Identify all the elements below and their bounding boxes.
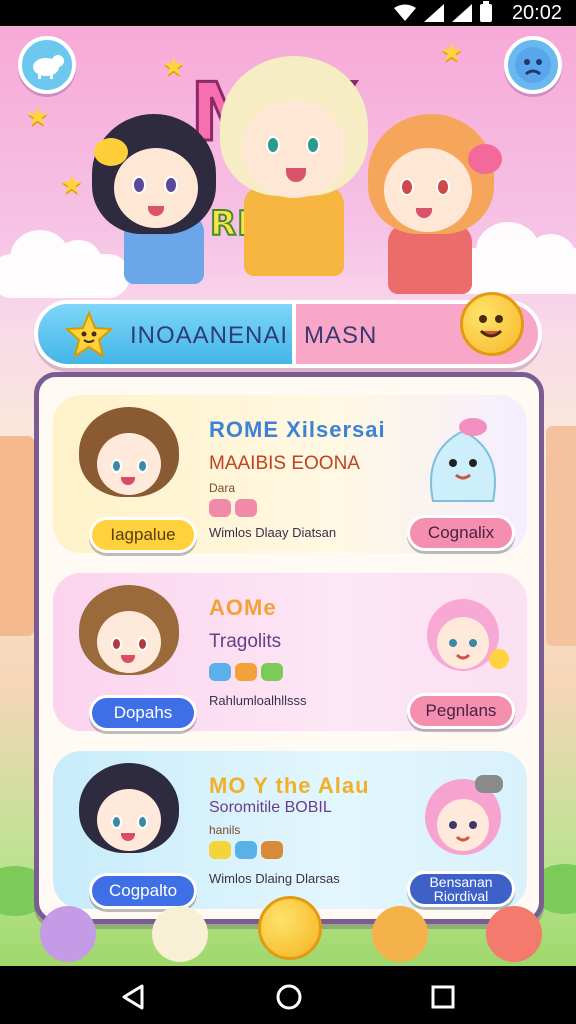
- critter-icon: [152, 906, 208, 962]
- star-icon: ★: [26, 102, 50, 132]
- mini-icons: [209, 841, 283, 859]
- card-title: MO Y the Alau: [209, 773, 370, 798]
- card-description: Rahlumloalhllsss: [209, 693, 307, 708]
- status-bar: 20:02: [0, 0, 576, 26]
- status-time: 20:02: [511, 2, 562, 24]
- avatar: [75, 407, 183, 515]
- hero-character-blonde: [214, 56, 374, 286]
- card-subtitle: Tragolits: [209, 631, 282, 652]
- avatar: [75, 585, 183, 693]
- card-tiny-text: hanils: [209, 823, 241, 837]
- building: [546, 426, 576, 646]
- mini-icons: [209, 663, 283, 681]
- game-screen: ★ ★ ★ ★ M Y RKA: [0, 26, 576, 966]
- card-title: ROME Xilsersai: [209, 417, 386, 442]
- pink-hair-mascot-icon: [425, 775, 503, 855]
- heart-icon: [235, 499, 257, 517]
- tab-label-masn[interactable]: MASN: [304, 322, 377, 350]
- critter-icon: [372, 906, 428, 962]
- pet-button[interactable]: [18, 36, 76, 94]
- badge-icon: [261, 663, 283, 681]
- star-icon: ★: [60, 170, 84, 200]
- card-right-button[interactable]: Bensanan Riordival: [407, 871, 515, 907]
- sad-face-button[interactable]: [504, 36, 562, 94]
- hero-character-orange-hair: [358, 114, 508, 304]
- smiley-icon: [235, 663, 257, 681]
- avatar: [75, 763, 183, 871]
- home-icon[interactable]: [274, 982, 304, 1012]
- bear-icon: [261, 841, 283, 859]
- card-left-button[interactable]: Iagpalue: [89, 517, 197, 553]
- signal-icon: [424, 4, 444, 22]
- smiley-icon: [460, 292, 524, 356]
- sad-face-icon: [515, 47, 551, 83]
- mode-list-panel: ROME Xilsersai MAAIBIS EOONA Dara Wimlos…: [34, 372, 544, 924]
- back-icon[interactable]: [118, 982, 148, 1012]
- card-title: AOMe: [209, 595, 277, 620]
- bottom-decorations: [0, 896, 576, 966]
- heart-icon: [209, 499, 231, 517]
- card-left-button[interactable]: Cogpalto: [89, 873, 197, 909]
- heart-icon: [235, 841, 257, 859]
- mode-card-2[interactable]: AOMe Tragolits Rahlumloalhllsss Dopahs P…: [53, 573, 527, 731]
- hero-character-dark-hair: [84, 114, 234, 294]
- star-icon: ★: [162, 52, 186, 82]
- heart-icon: [209, 663, 231, 681]
- card-right-button[interactable]: Pegnlans: [407, 693, 515, 729]
- building: [0, 436, 34, 636]
- mini-icons: [209, 499, 257, 517]
- card-subtitle: Soromitile BOBIL: [209, 799, 332, 816]
- critter-icon: [486, 906, 542, 962]
- recent-apps-icon[interactable]: [428, 982, 458, 1012]
- mode-card-1[interactable]: ROME Xilsersai MAAIBIS EOONA Dara Wimlos…: [53, 395, 527, 553]
- card-right-button[interactable]: Cognalix: [407, 515, 515, 551]
- wifi-icon: [394, 4, 416, 21]
- card-tiny-text: Dara: [209, 481, 236, 495]
- smiley-icon: [258, 896, 322, 960]
- card-description: Wimlos Dlaay Diatsan: [209, 525, 337, 540]
- card-left-button[interactable]: Dopahs: [89, 695, 197, 731]
- battery-icon: [480, 1, 492, 22]
- pink-girl-mascot-icon: [427, 599, 509, 671]
- navigation-bar: [0, 966, 576, 1024]
- card-subtitle: MAAIBIS EOONA: [209, 453, 360, 474]
- sheep-icon: [33, 55, 64, 79]
- critter-icon: [40, 906, 96, 962]
- card-description: Wimlos Dlaing Dlarsas: [209, 871, 340, 886]
- heart-icon: [209, 841, 231, 859]
- mode-card-3[interactable]: MO Y the Alau Soromitile BOBIL hanils Wi…: [53, 751, 527, 909]
- star-face-icon: [64, 310, 114, 359]
- ghost-mascot-icon: [430, 418, 496, 502]
- signal-icon-2: [452, 4, 472, 22]
- status-icons: [394, 1, 492, 22]
- tab-label-inoaanenai[interactable]: INOAANENAI: [130, 322, 288, 350]
- star-icon: ★: [440, 38, 464, 68]
